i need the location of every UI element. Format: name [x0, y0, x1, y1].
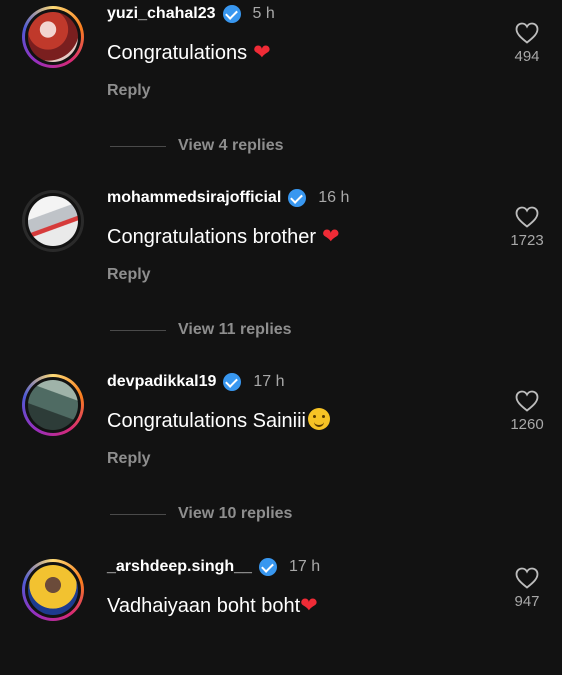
username-link[interactable]: yuzi_chahal23 [107, 5, 216, 23]
avatar-image [28, 565, 78, 615]
like-button[interactable]: 494 [502, 22, 552, 65]
avatar[interactable] [22, 374, 84, 436]
view-replies-label: View 10 replies [178, 505, 293, 522]
avatar-image [28, 196, 78, 246]
comment-item: mohammedsirajofficial 16 h Congratulatio… [0, 186, 562, 306]
verified-badge-icon [288, 189, 307, 207]
timestamp: 5 h [252, 5, 275, 22]
heart-emoji-icon: ❤ [300, 594, 318, 617]
comment-header: _arshdeep.singh__ 17 h [107, 555, 320, 579]
reply-button[interactable]: Reply [107, 266, 151, 284]
comment-text: Congratulations brother ❤ [107, 225, 340, 248]
reply-button[interactable]: Reply [107, 82, 151, 100]
comment-header: devpadikkal19 17 h [107, 370, 285, 394]
comment-item: yuzi_chahal23 5 h Congratulations ❤ Reply… [0, 2, 562, 122]
comment-header: mohammedsirajofficial 16 h [107, 186, 349, 210]
heart-outline-icon [515, 390, 539, 412]
comment-text: Vadhaiyaan boht boht❤ [107, 594, 318, 617]
like-count: 1260 [510, 416, 544, 433]
heart-outline-icon [515, 567, 539, 589]
heart-outline-icon [515, 22, 539, 44]
timestamp: 17 h [253, 373, 285, 390]
view-replies-button[interactable]: View 11 replies [110, 318, 292, 342]
avatar[interactable] [22, 6, 84, 68]
heart-emoji-icon: ❤ [322, 225, 340, 248]
avatar[interactable] [22, 559, 84, 621]
divider-line [110, 513, 166, 515]
timestamp: 16 h [318, 189, 350, 206]
comment-header: yuzi_chahal23 5 h [107, 2, 275, 26]
divider-line [110, 145, 166, 147]
verified-badge-icon [222, 5, 241, 23]
username-link[interactable]: mohammedsirajofficial [107, 189, 281, 207]
comment-text: Congratulations ❤ [107, 41, 271, 64]
comment-item: _arshdeep.singh__ 17 h Vadhaiyaan boht b… [0, 555, 562, 675]
view-replies-label: View 4 replies [178, 137, 284, 154]
like-count: 947 [514, 593, 540, 610]
like-button[interactable]: 1723 [502, 206, 552, 249]
heart-outline-icon [515, 206, 539, 228]
avatar-image [28, 12, 78, 62]
view-replies-label: View 11 replies [178, 321, 292, 338]
like-count: 1723 [510, 232, 544, 249]
verified-badge-icon [258, 558, 277, 576]
like-button[interactable]: 1260 [502, 390, 552, 433]
hugging-emoji-icon [308, 408, 331, 430]
comment-item: devpadikkal19 17 h Congratulations Saini… [0, 370, 562, 490]
avatar[interactable] [22, 190, 84, 252]
timestamp: 17 h [288, 558, 321, 575]
comments-feed: yuzi_chahal23 5 h Congratulations ❤ Reply… [0, 0, 562, 623]
username-link[interactable]: devpadikkal19 [107, 373, 216, 391]
view-replies-button[interactable]: View 4 replies [110, 134, 284, 158]
avatar-image [28, 380, 78, 430]
like-button[interactable]: 947 [502, 567, 552, 610]
username-link[interactable]: _arshdeep.singh__ [107, 558, 252, 576]
verified-badge-icon [223, 373, 242, 391]
heart-emoji-icon: ❤ [253, 41, 271, 64]
divider-line [110, 329, 166, 331]
view-replies-button[interactable]: View 10 replies [110, 502, 292, 526]
reply-button[interactable]: Reply [107, 450, 151, 468]
comment-text: Congratulations Sainiii [107, 408, 331, 433]
like-count: 494 [514, 48, 540, 65]
